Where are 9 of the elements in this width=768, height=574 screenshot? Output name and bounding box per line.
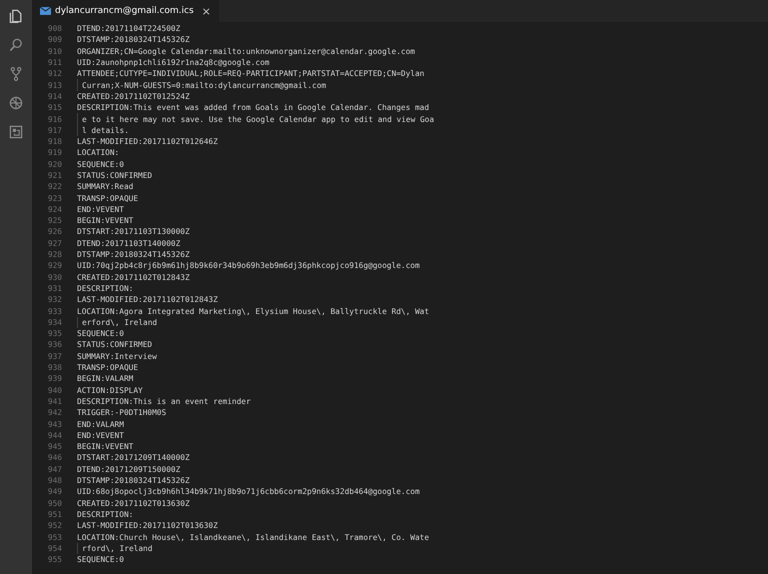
branch-icon[interactable]: [8, 66, 24, 82]
extensions-icon[interactable]: [8, 124, 24, 140]
debug-icon[interactable]: [8, 95, 24, 111]
envelope-icon: [40, 7, 51, 15]
search-icon[interactable]: [8, 37, 24, 53]
files-icon[interactable]: [8, 8, 24, 24]
tab-title: dylancurrancm@gmail.com.ics: [55, 6, 194, 16]
close-icon[interactable]: ×: [202, 4, 211, 18]
file-tab[interactable]: dylancurrancm@gmail.com.ics ×: [32, 0, 219, 22]
